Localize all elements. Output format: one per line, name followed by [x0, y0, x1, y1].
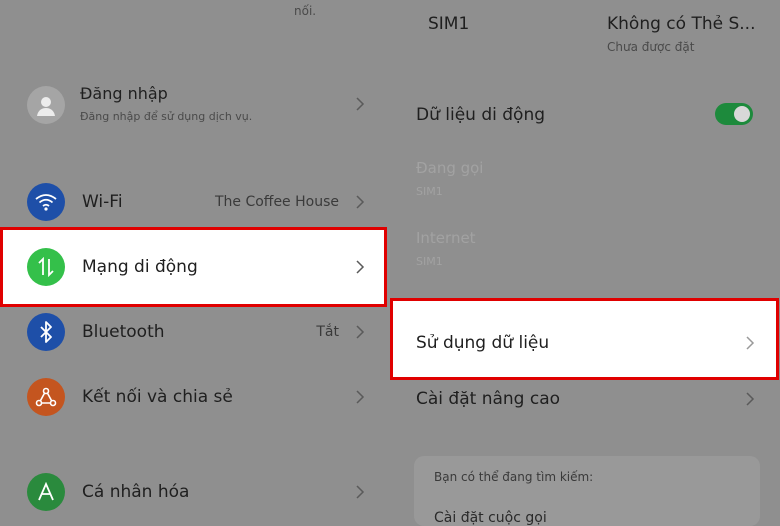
- bluetooth-label: Bluetooth: [82, 322, 165, 342]
- advanced-settings-label: Cài đặt nâng cao: [416, 389, 561, 409]
- chevron-right-icon: [744, 391, 756, 407]
- avatar-icon: [27, 86, 65, 124]
- mobile-network-detail: SIM1 Không có Thẻ S... Chưa được đặt Dữ …: [390, 0, 780, 526]
- internet-label: Internet: [416, 229, 476, 247]
- wifi-row[interactable]: Wi-Fi The Coffee House: [0, 182, 390, 222]
- mobile-data-label: Dữ liệu di động: [416, 105, 546, 125]
- suggestion-item[interactable]: Cài đặt cuộc gọi: [434, 510, 547, 526]
- wifi-icon: [27, 183, 65, 221]
- sim2-tab-label: Không có Thẻ S...: [607, 14, 756, 34]
- settings-screen: nối. Đăng nhập Đăng nhập để sử dụng dịch…: [0, 0, 780, 526]
- sim2-tab[interactable]: Không có Thẻ S... Chưa được đặt: [585, 0, 780, 70]
- data-usage-label: Sử dụng dữ liệu: [416, 333, 550, 353]
- calling-sim-row: Đang gọi SIM1: [390, 155, 780, 200]
- personalization-icon: [27, 473, 65, 511]
- calling-label: Đang gọi: [416, 159, 484, 177]
- mobile-data-row[interactable]: Dữ liệu di động: [390, 95, 780, 135]
- internet-sim: SIM1: [416, 255, 443, 268]
- mobile-network-row[interactable]: Mạng di động: [0, 227, 387, 307]
- internet-sim-row: Internet SIM1: [390, 225, 780, 270]
- sim2-tab-status: Chưa được đặt: [607, 40, 695, 54]
- toggle-knob: [734, 106, 750, 122]
- wifi-label: Wi-Fi: [82, 192, 123, 212]
- mobile-data-toggle[interactable]: [715, 103, 753, 125]
- chevron-right-icon: [354, 259, 366, 275]
- data-usage-row[interactable]: Sử dụng dữ liệu: [390, 298, 779, 380]
- login-row[interactable]: Đăng nhập Đăng nhập để sử dụng dịch vụ.: [0, 78, 390, 132]
- suggestions-heading: Bạn có thể đang tìm kiếm:: [434, 470, 594, 484]
- sim1-tab-label: SIM1: [428, 14, 470, 34]
- chevron-right-icon: [354, 484, 366, 500]
- settings-main-list: nối. Đăng nhập Đăng nhập để sử dụng dịch…: [0, 0, 390, 520]
- mobile-data-icon: [27, 248, 65, 286]
- login-subtitle: Đăng nhập để sử dụng dịch vụ.: [80, 110, 253, 123]
- suggestions-card: Bạn có thể đang tìm kiếm: Cài đặt cuộc g…: [414, 456, 760, 526]
- chevron-right-icon: [354, 324, 366, 340]
- share-icon: [27, 378, 65, 416]
- login-title: Đăng nhập: [80, 84, 168, 103]
- personalization-label: Cá nhân hóa: [82, 482, 190, 502]
- advanced-settings-row[interactable]: Cài đặt nâng cao: [390, 382, 780, 422]
- mobile-network-label: Mạng di động: [82, 257, 198, 277]
- calling-sim: SIM1: [416, 185, 443, 198]
- bluetooth-status: Tắt: [316, 324, 339, 340]
- sim1-tab[interactable]: SIM1: [390, 0, 580, 70]
- top-text-fragment: nối.: [294, 4, 317, 18]
- connection-sharing-row[interactable]: Kết nối và chia sẻ: [0, 377, 390, 417]
- wifi-network-name: The Coffee House: [214, 194, 339, 210]
- chevron-right-icon: [744, 335, 756, 351]
- bluetooth-row[interactable]: Bluetooth Tắt: [0, 312, 390, 352]
- connection-sharing-label: Kết nối và chia sẻ: [82, 387, 233, 407]
- chevron-right-icon: [354, 194, 366, 210]
- chevron-right-icon: [354, 96, 366, 112]
- chevron-right-icon: [354, 389, 366, 405]
- personalization-row[interactable]: Cá nhân hóa: [0, 472, 390, 512]
- bluetooth-icon: [27, 313, 65, 351]
